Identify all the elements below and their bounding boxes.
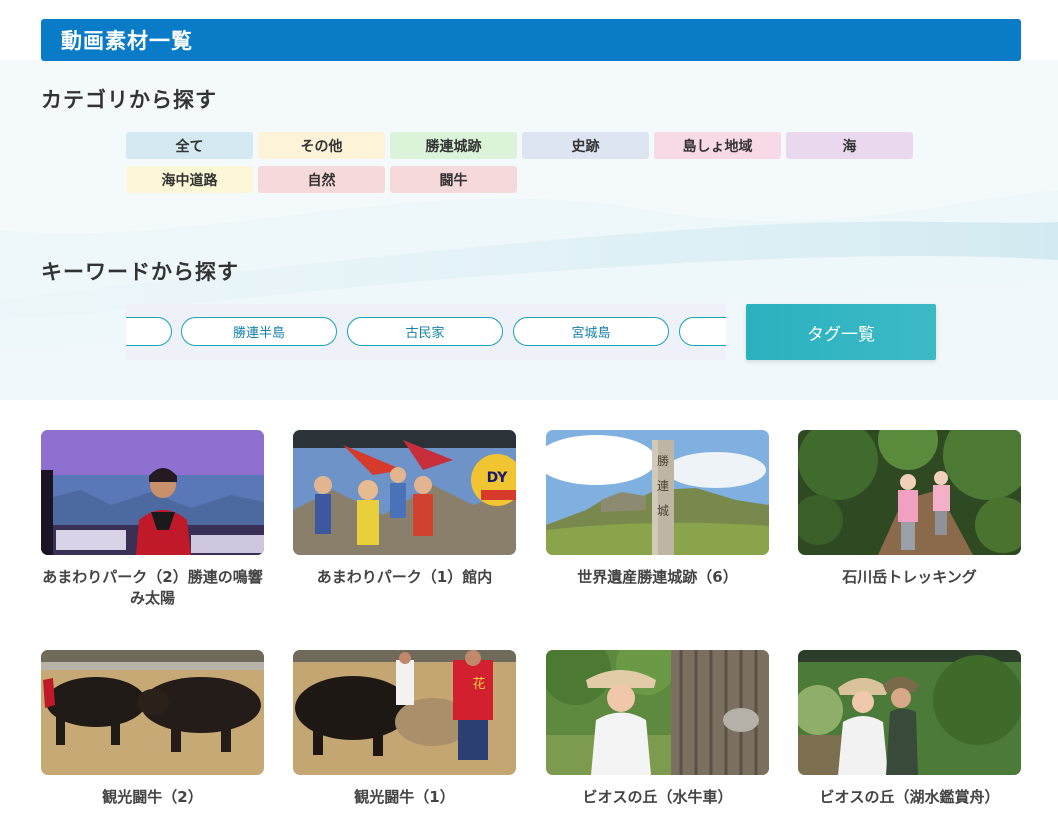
video-card[interactable]: 観光闘牛（2） <box>41 650 264 808</box>
category-sea[interactable]: 海 <box>786 132 913 159</box>
video-title[interactable]: 観光闘牛（2） <box>41 787 264 808</box>
video-title[interactable]: 世界遺産勝連城跡（6） <box>546 567 769 588</box>
video-thumbnail[interactable] <box>41 430 264 555</box>
svg-text:勝: 勝 <box>657 453 669 468</box>
category-kaichu-road[interactable]: 海中道路 <box>126 166 253 193</box>
video-thumbnail[interactable] <box>798 430 1021 555</box>
video-title[interactable]: あまわりパーク（2）勝連の鳴響み太陽 <box>41 567 264 609</box>
tag-list-button[interactable]: タグ一覧 <box>746 304 936 360</box>
tag-item[interactable]: 宮城島 <box>513 317 669 346</box>
video-thumbnail[interactable]: 勝 連 城 <box>546 430 769 555</box>
category-nature[interactable]: 自然 <box>258 166 385 193</box>
video-title[interactable]: 観光闘牛（1） <box>293 787 516 808</box>
category-islands[interactable]: 島しょ地域 <box>654 132 781 159</box>
category-all[interactable]: 全て <box>126 132 253 159</box>
video-card[interactable]: あまわりパーク（2）勝連の鳴響み太陽 <box>41 430 264 609</box>
video-thumbnail[interactable]: DY <box>293 430 516 555</box>
video-title[interactable]: ビオスの丘（湖水鑑賞舟） <box>798 787 1021 808</box>
tag-item[interactable] <box>679 317 726 346</box>
svg-text:城: 城 <box>657 504 669 518</box>
category-heading: カテゴリから探す <box>41 88 217 112</box>
video-thumbnail[interactable]: 花 <box>293 650 516 775</box>
page-title: 動画素材一覧 <box>61 29 193 53</box>
video-card[interactable]: ビオスの丘（湖水鑑賞舟） <box>798 650 1021 808</box>
svg-text:連: 連 <box>657 479 669 493</box>
video-title[interactable]: あまわりパーク（1）館内 <box>293 567 516 588</box>
keyword-heading: キーワードから探す <box>41 260 239 284</box>
video-thumbnail[interactable] <box>41 650 264 775</box>
video-card[interactable]: DY あまわりパーク（1）館内 <box>293 430 516 588</box>
category-katsuren-castle[interactable]: 勝連城跡 <box>390 132 517 159</box>
video-card[interactable]: ビオスの丘（水牛車） <box>546 650 769 808</box>
tag-item[interactable] <box>126 317 172 346</box>
category-other[interactable]: その他 <box>258 132 385 159</box>
video-title[interactable]: 石川岳トレッキング <box>798 567 1021 588</box>
tag-carousel[interactable]: 勝連半島 古民家 宮城島 <box>126 304 726 360</box>
video-card[interactable]: 勝 連 城 世界遺産勝連城跡（6） <box>546 430 769 588</box>
page-title-bar: 動画素材一覧 <box>41 19 1021 61</box>
tag-item[interactable]: 勝連半島 <box>181 317 337 346</box>
category-bullfighting[interactable]: 闘牛 <box>390 166 517 193</box>
video-card[interactable]: 花 観光闘牛（1） <box>293 650 516 808</box>
svg-text:花: 花 <box>472 676 485 692</box>
video-thumbnail[interactable] <box>546 650 769 775</box>
video-title[interactable]: ビオスの丘（水牛車） <box>546 787 769 808</box>
video-card[interactable]: 石川岳トレッキング <box>798 430 1021 588</box>
tag-item[interactable]: 古民家 <box>347 317 503 346</box>
category-historic-site[interactable]: 史跡 <box>522 132 649 159</box>
svg-text:DY: DY <box>487 470 509 486</box>
video-thumbnail[interactable] <box>798 650 1021 775</box>
